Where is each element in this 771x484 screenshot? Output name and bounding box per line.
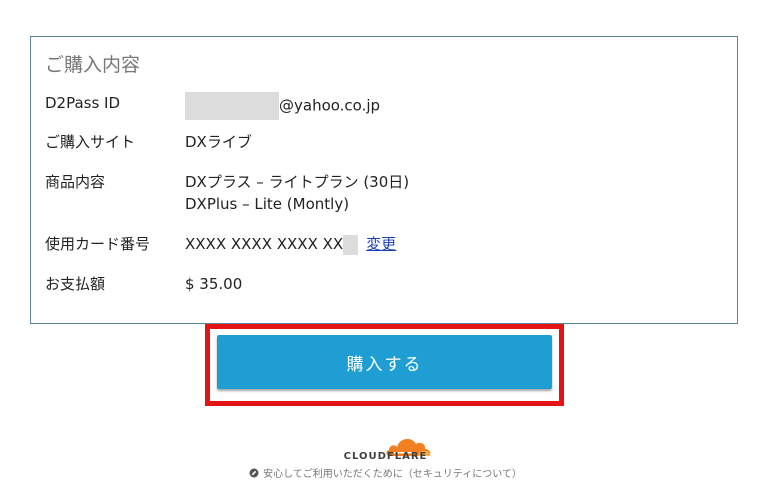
purchase-site-value: DXライブ (185, 133, 252, 151)
purchase-button[interactable]: 購入する (217, 335, 552, 389)
cloudflare-brand: CLOUDFLARE (343, 451, 428, 462)
payment-confirmation-page: ご購入内容 D2Pass ID @yahoo.co.jp ご購入サイト DXライ… (0, 0, 771, 484)
email-domain: @yahoo.co.jp (279, 96, 381, 115)
link-icon (249, 468, 259, 478)
product-label: 商品内容 (45, 173, 106, 191)
payment-amount-value: $ 35.00 (185, 275, 243, 293)
security-note-text: 安心してご利用いただくために（セキュリティについて） (263, 469, 522, 480)
security-note[interactable]: 安心してご利用いただくために（セキュリティについて） (0, 465, 771, 480)
purchase-details-box: ご購入内容 D2Pass ID @yahoo.co.jp ご購入サイト DXライ… (30, 36, 738, 324)
card-number-value: XXXX XXXX XXXX XX 変更 (185, 233, 396, 255)
purchase-details-title: ご購入内容 (45, 54, 141, 76)
payment-amount-label: お支払額 (45, 275, 106, 293)
purchase-site-label: ご購入サイト (45, 133, 136, 151)
masked-card-redaction (343, 234, 359, 255)
d2pass-id-label: D2Pass ID (45, 94, 121, 112)
change-card-link[interactable]: 変更 (366, 235, 396, 253)
card-number-label: 使用カード番号 (45, 235, 151, 253)
d2pass-id-value: @yahoo.co.jp (185, 92, 380, 120)
product-value: DXプラス – ライトプラン (30日) DXPlus – Lite (Mont… (185, 171, 409, 215)
masked-email-redaction (185, 92, 279, 120)
product-name-ja: DXプラス – ライトプラン (30日) (185, 173, 410, 191)
product-name-en: DXPlus – Lite (Montly) (185, 195, 350, 213)
card-number-text: XXXX XXXX XXXX XX (185, 235, 344, 253)
